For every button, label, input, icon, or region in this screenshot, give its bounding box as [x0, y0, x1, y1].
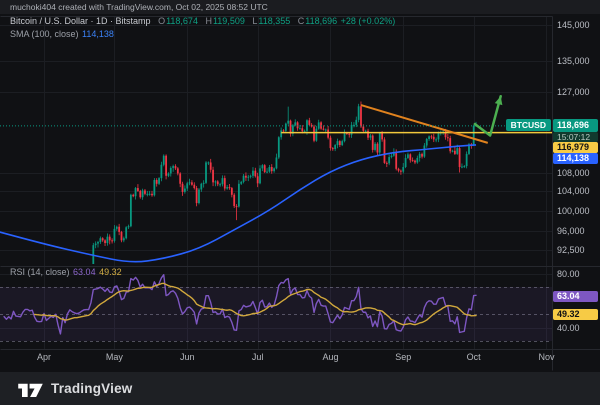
month-label: Aug [322, 352, 339, 362]
rsi-value-badge: 63.04 [553, 290, 598, 302]
tradingview-snapshot: muchoki404 created with TradingView.com,… [0, 0, 600, 405]
brand-name[interactable]: TradingView [51, 381, 132, 396]
legend-main: Bitcoin / U.S. Dollar · 1D · Bitstamp O1… [10, 16, 395, 40]
price-tick-label: 135,000 [557, 55, 590, 66]
sma-legend-value: 114,138 [82, 29, 114, 39]
footer-bar: TradingView [0, 372, 600, 405]
month-label: May [105, 352, 123, 362]
countdown-badge: 15:07:12 [553, 131, 598, 142]
rsi-legend-value: 63.04 [73, 267, 96, 277]
hline-price-badge: 116,979 [553, 141, 598, 153]
ohlc-open-value: 118,674 [166, 16, 198, 26]
price-tick-label: 104,000 [557, 186, 590, 197]
rsi-tick-label: 80.00 [557, 268, 580, 279]
rsi-ma-legend-value: 49.32 [99, 267, 122, 277]
chart-area[interactable]: Bitcoin / U.S. Dollar · 1D · Bitstamp O1… [0, 0, 600, 405]
tradingview-logo-icon[interactable] [17, 380, 44, 397]
price-tick-label: 96,000 [557, 226, 585, 237]
ohlc-close-key: C [297, 16, 305, 26]
ohlc-close-value: 118,696 [305, 16, 338, 26]
month-label: Jul [251, 352, 264, 362]
sma-legend-label[interactable]: SMA (100, close) [10, 29, 79, 39]
price-tick-label: 127,000 [557, 86, 590, 97]
price-tick-label: 92,500 [557, 245, 585, 255]
price-tick-label: 145,000 [557, 20, 590, 31]
sma-price-badge: 114,138 [553, 152, 598, 164]
month-label: Sep [395, 352, 412, 362]
symbol-price-label: BTCUSD [505, 119, 551, 132]
ohlc-change-value: +28 (+0.02%) [340, 16, 396, 26]
ohlc-low-key: L [252, 16, 258, 26]
ohlc-open-key: O [158, 16, 166, 26]
symbol-title[interactable]: Bitcoin / U.S. Dollar · 1D · Bitstamp [10, 16, 151, 26]
month-label: Apr [36, 352, 52, 362]
ohlc-high-value: 119,509 [212, 16, 245, 26]
price-tick-label: 108,000 [557, 167, 590, 178]
attribution-bar: muchoki404 created with TradingView.com,… [0, 0, 600, 14]
ohlc-low-value: 118,355 [258, 16, 291, 26]
month-label: Oct [466, 352, 481, 362]
month-label: Jun [179, 352, 195, 362]
last-price-badge: 118,696 [553, 118, 598, 132]
ohlc-high-key: H [205, 16, 212, 26]
rsi-tick-label: 40.00 [557, 322, 580, 333]
chart-canvas[interactable] [0, 0, 600, 405]
rsi-ma-value-badge: 49.32 [553, 309, 598, 321]
rsi-legend-label[interactable]: RSI (14, close) [10, 267, 70, 277]
month-label: Nov [538, 352, 555, 362]
price-tick-label: 100,000 [557, 206, 590, 217]
legend-rsi: RSI (14, close) 63.04 49.32 [10, 267, 122, 278]
